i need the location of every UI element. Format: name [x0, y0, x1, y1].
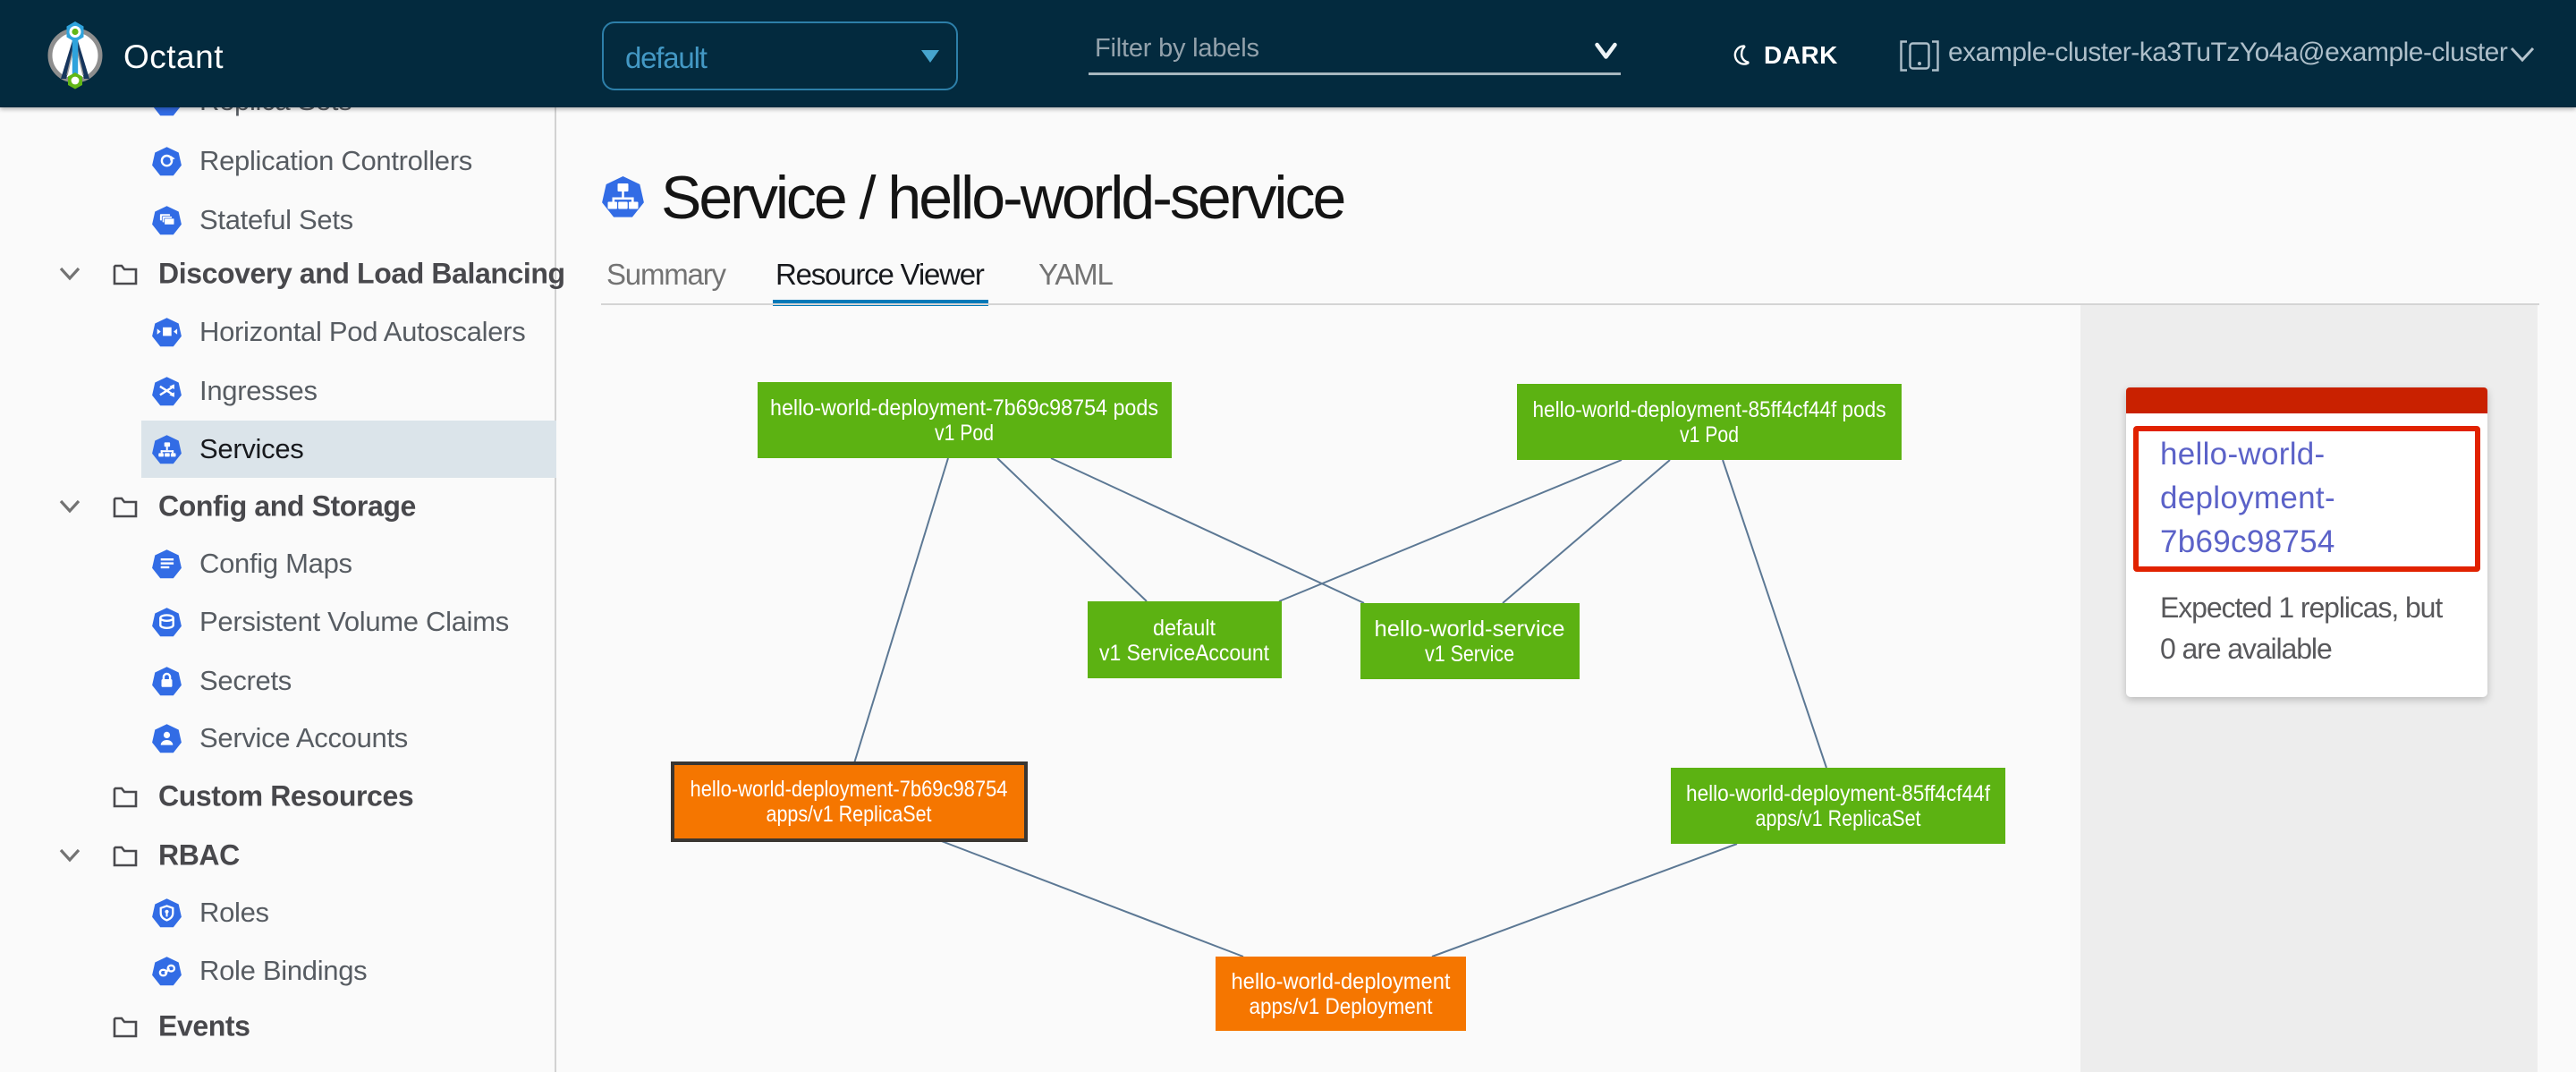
svg-text:hello-world-deployment: hello-world-deployment	[1232, 969, 1451, 994]
svg-text:apps/v1 ReplicaSet: apps/v1 ReplicaSet	[767, 802, 932, 827]
svg-text:v1 Pod: v1 Pod	[1680, 422, 1739, 447]
svg-text:hello-world-service: hello-world-service	[1375, 617, 1565, 642]
svg-text:hello-world-deployment-7b69c98: hello-world-deployment-7b69c98754 pods	[770, 396, 1158, 421]
svg-text:hello-world-deployment-85ff4cf: hello-world-deployment-85ff4cf44f	[1686, 781, 1990, 806]
svg-text:v1 ServiceAccount: v1 ServiceAccount	[1099, 641, 1269, 666]
svg-text:hello-world-deployment-7b69c98: hello-world-deployment-7b69c98754	[691, 777, 1008, 802]
svg-text:apps/v1 ReplicaSet: apps/v1 ReplicaSet	[1756, 806, 1921, 831]
svg-text:default: default	[1153, 616, 1216, 641]
svg-text:v1 Service: v1 Service	[1425, 642, 1514, 667]
svg-text:v1 Pod: v1 Pod	[935, 421, 994, 446]
svg-text:hello-world-deployment-85ff4cf: hello-world-deployment-85ff4cf44f pods	[1533, 397, 1886, 422]
svg-text:apps/v1 Deployment: apps/v1 Deployment	[1250, 994, 1433, 1019]
